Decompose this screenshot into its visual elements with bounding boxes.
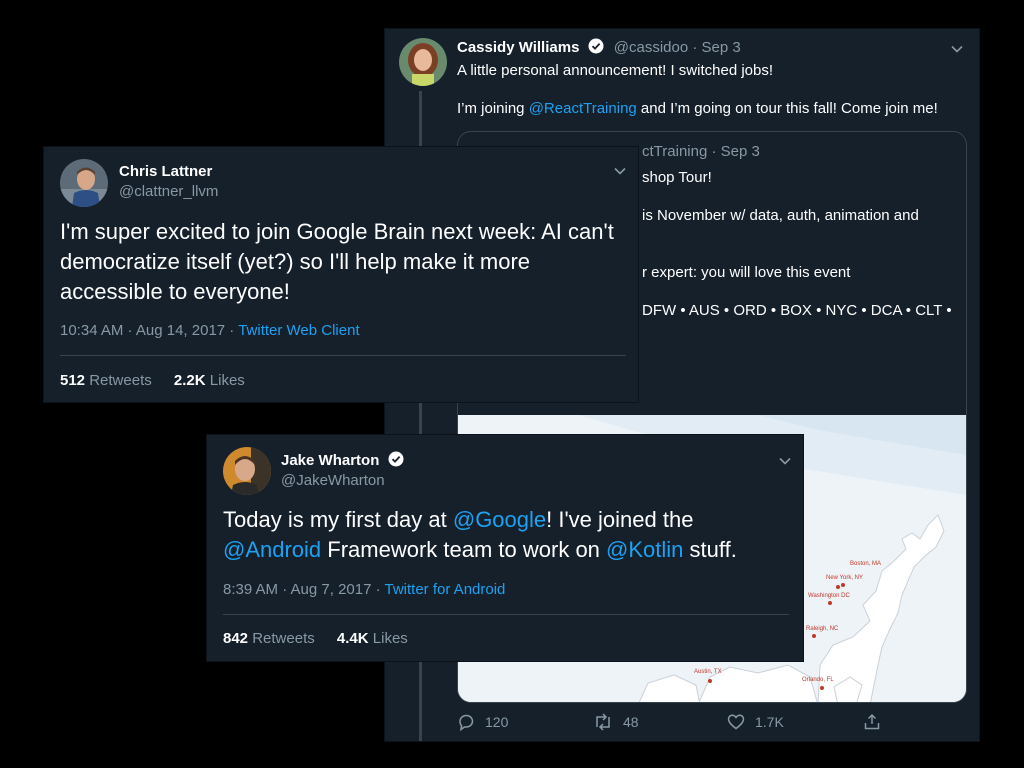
likes-stat[interactable]: 2.2K Likes bbox=[174, 372, 245, 389]
tweet-date[interactable]: Sep 3 bbox=[702, 39, 741, 56]
map-label-boston: Boston, MA bbox=[850, 561, 882, 567]
heart-icon bbox=[727, 714, 745, 730]
avatar-jake[interactable] bbox=[223, 447, 271, 495]
tweet-meta: 10:34 AM · Aug 14, 2017 · Twitter Web Cl… bbox=[60, 322, 360, 339]
map-label-austin: Austin, TX bbox=[694, 669, 722, 675]
share-icon bbox=[864, 713, 880, 730]
tweet-meta: 8:39 AM · Aug 7, 2017 · Twitter for Andr… bbox=[223, 581, 505, 598]
author-name[interactable]: Cassidy Williams @cassidoo · Sep 3 bbox=[457, 38, 741, 56]
quoted-tweet-line1: shop Tour! bbox=[642, 169, 712, 186]
quoted-tweet-header: ctTraining · Sep 3 bbox=[642, 143, 760, 160]
author-name-text[interactable]: Jake Wharton bbox=[281, 452, 379, 469]
like-button[interactable]: 1.7K bbox=[727, 713, 784, 731]
tweet-client-link[interactable]: Twitter Web Client bbox=[238, 322, 359, 339]
map-label-raleigh: Raleigh, NC bbox=[806, 626, 839, 632]
mention-android[interactable]: @Android bbox=[223, 537, 321, 562]
text-fragment: stuff. bbox=[683, 537, 737, 562]
mention-google[interactable]: @Google bbox=[453, 507, 546, 532]
mention-kotlin[interactable]: @Kotlin bbox=[606, 537, 683, 562]
retweets-label: Retweets bbox=[89, 372, 152, 389]
tweet-card-chris[interactable]: Chris Lattner @clattner_llvm I'm super e… bbox=[43, 146, 639, 403]
map-label-newyork: New York, NY bbox=[826, 575, 864, 581]
chevron-down-icon[interactable] bbox=[777, 453, 793, 469]
tweet-text: A little personal announcement! I switch… bbox=[457, 61, 938, 119]
tweet-stats: 512 Retweets 2.2K Likes bbox=[60, 372, 245, 389]
text-fragment: Framework team to work on bbox=[321, 537, 607, 562]
retweets-stat[interactable]: 512 Retweets bbox=[60, 372, 152, 389]
retweets-label: Retweets bbox=[252, 630, 315, 647]
quoted-tweet-line4: DFW • AUS • ORD • BOX • NYC • DCA • CLT … bbox=[642, 302, 952, 319]
tweet-text-line2: I’m joining @ReactTraining and I’m going… bbox=[457, 99, 938, 119]
likes-label: Likes bbox=[372, 630, 408, 647]
mention-reacttraining[interactable]: @ReactTraining bbox=[529, 100, 637, 117]
author-name-text[interactable]: Cassidy Williams bbox=[457, 39, 579, 56]
map-label-washington: Washington DC bbox=[808, 593, 850, 599]
chevron-down-icon[interactable] bbox=[612, 163, 628, 179]
likes-label: Likes bbox=[209, 372, 245, 389]
quoted-tweet-line3: r expert: you will love this event bbox=[642, 264, 851, 281]
tweet-actions: 120 48 1.7K bbox=[457, 713, 897, 737]
reply-count: 120 bbox=[485, 714, 509, 730]
retweets-stat[interactable]: 842 Retweets bbox=[223, 630, 315, 647]
tweet-text-line1: A little personal announcement! I switch… bbox=[457, 62, 774, 79]
share-button[interactable] bbox=[863, 713, 891, 731]
divider bbox=[60, 355, 626, 356]
separator-dot: · bbox=[692, 39, 702, 56]
retweet-button[interactable]: 48 bbox=[593, 713, 639, 731]
divider bbox=[223, 614, 789, 615]
likes-stat[interactable]: 4.4K Likes bbox=[337, 630, 408, 647]
text-fragment: and I’m going on tour this fall! Come jo… bbox=[636, 100, 938, 117]
retweets-count: 512 bbox=[60, 372, 86, 389]
tweet-stats: 842 Retweets 4.4K Likes bbox=[223, 630, 408, 647]
author-name[interactable]: Jake Wharton bbox=[281, 451, 404, 469]
retweets-count: 842 bbox=[223, 630, 249, 647]
tweet-timestamp[interactable]: 8:39 AM · Aug 7, 2017 · bbox=[223, 581, 385, 598]
quoted-tweet-line2: is November w/ data, auth, animation and bbox=[642, 207, 919, 224]
tweet-timestamp[interactable]: 10:34 AM · Aug 14, 2017 · bbox=[60, 322, 238, 339]
likes-count: 4.4K bbox=[336, 630, 369, 647]
text-fragment: I’m joining bbox=[457, 100, 529, 117]
likes-count: 2.2K bbox=[173, 372, 206, 389]
author-handle[interactable]: @cassidoo bbox=[614, 39, 688, 56]
text-fragment: Today is my first day at bbox=[223, 507, 453, 532]
verified-badge-icon bbox=[388, 451, 404, 467]
retweet-icon bbox=[596, 713, 610, 731]
retweet-count: 48 bbox=[623, 714, 639, 730]
chevron-down-icon[interactable] bbox=[949, 41, 965, 57]
reply-button[interactable]: 120 bbox=[457, 713, 508, 731]
tweet-client-link[interactable]: Twitter for Android bbox=[385, 581, 506, 598]
tweet-card-jake[interactable]: Jake Wharton @JakeWharton Today is my fi… bbox=[206, 434, 804, 662]
author-name[interactable]: Chris Lattner bbox=[119, 163, 212, 180]
avatar-chris[interactable] bbox=[60, 159, 108, 207]
author-handle[interactable]: @clattner_llvm bbox=[119, 183, 218, 200]
tweet-text: Today is my first day at @Google! I've j… bbox=[223, 505, 783, 565]
tweet-text: I'm super excited to join Google Brain n… bbox=[60, 219, 614, 304]
avatar-cassidy[interactable] bbox=[399, 38, 447, 86]
reply-icon bbox=[459, 714, 474, 731]
like-count: 1.7K bbox=[755, 714, 784, 730]
verified-badge-icon bbox=[588, 38, 604, 54]
map-label-orlando: Orlando, FL bbox=[802, 677, 834, 683]
author-handle[interactable]: @JakeWharton bbox=[281, 472, 385, 489]
text-fragment: ! I've joined the bbox=[546, 507, 694, 532]
